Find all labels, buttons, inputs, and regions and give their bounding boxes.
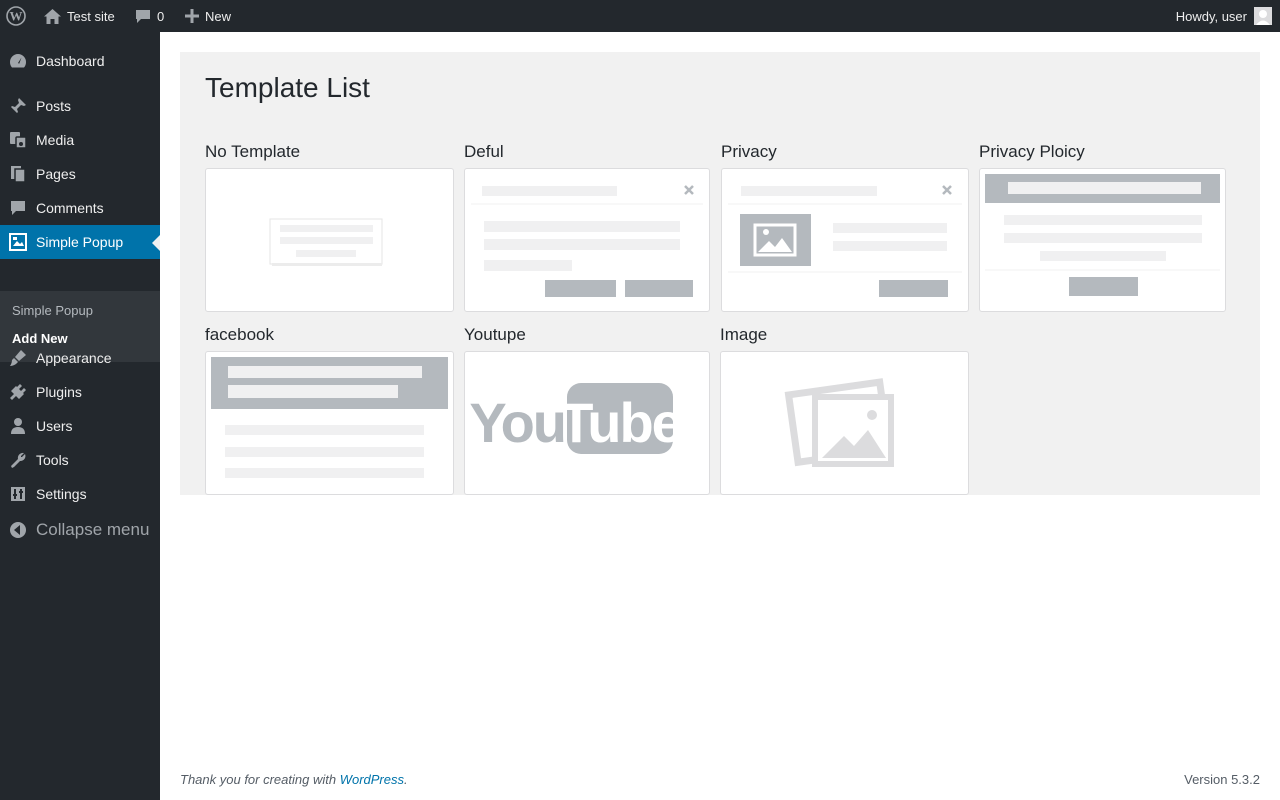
footer-thanks-suffix: .: [404, 772, 408, 787]
sidebar-item-label: Settings: [36, 486, 87, 502]
youtube-you-text: You: [469, 391, 565, 454]
collapse-menu-label: Collapse menu: [36, 520, 150, 539]
sidebar-item-label: Simple Popup: [36, 234, 124, 250]
howdy-label: Howdy, user: [1175, 8, 1247, 24]
template-preview-privacy[interactable]: [721, 168, 969, 312]
svg-text:W: W: [10, 9, 23, 24]
sidebar-item-label: Plugins: [36, 384, 82, 400]
comments-count: 0: [157, 8, 165, 24]
admin-bar: W Test site 0 New Howdy, user: [0, 0, 1280, 32]
sidebar-item-posts[interactable]: Posts: [0, 89, 160, 123]
admin-sidebar: Dashboard Posts Media Pages Comments Sim…: [0, 32, 160, 800]
sidebar-item-media[interactable]: Media: [0, 123, 160, 157]
template-preview-deful[interactable]: [464, 168, 710, 312]
sidebar-item-label: Comments: [36, 200, 104, 216]
template-label: Deful: [464, 142, 504, 161]
template-label: Privacy: [721, 142, 777, 161]
sidebar-item-tools[interactable]: Tools: [0, 443, 160, 477]
new-content-link[interactable]: New: [185, 0, 231, 32]
template-label: Image: [720, 325, 768, 344]
comments-link[interactable]: 0: [135, 0, 164, 32]
wrench-icon: [0, 451, 36, 469]
sidebar-item-comments[interactable]: Comments: [0, 191, 160, 225]
collapse-menu-button[interactable]: Collapse menu: [0, 513, 160, 547]
settings-icon: [0, 485, 36, 503]
plug-icon: [0, 383, 36, 401]
template-preview-privacy-ploicy[interactable]: [979, 168, 1226, 312]
youtube-logo-icon: You Tube: [469, 383, 684, 454]
youtube-tube-text: Tube: [559, 391, 681, 454]
sidebar-item-pages[interactable]: Pages: [0, 157, 160, 191]
pin-icon: [0, 97, 36, 115]
template-preview-facebook[interactable]: [205, 351, 454, 495]
comment-icon: [0, 199, 36, 217]
brush-icon: [0, 349, 36, 367]
sidebar-item-label: Users: [36, 418, 73, 434]
sidebar-item-label: Pages: [36, 166, 76, 182]
sidebar-item-settings[interactable]: Settings: [0, 477, 160, 511]
new-label: New: [205, 8, 232, 24]
template-label: Privacy Ploicy: [979, 142, 1085, 161]
user-icon: [0, 417, 36, 435]
sidebar-item-plugins[interactable]: Plugins: [0, 375, 160, 409]
media-icon: [0, 131, 36, 149]
template-label: facebook: [205, 325, 274, 344]
sidebar-item-users[interactable]: Users: [0, 409, 160, 443]
user-account-menu[interactable]: Howdy, user: [1176, 0, 1272, 32]
site-name-link[interactable]: Test site: [44, 0, 115, 32]
home-icon: [44, 8, 61, 24]
sidebar-item-label: Appearance: [36, 350, 112, 366]
template-preview-no-template[interactable]: [205, 168, 454, 312]
sidebar-item-label: Dashboard: [36, 53, 105, 69]
wordpress-link[interactable]: WordPress: [340, 772, 404, 787]
sidebar-item-label: Posts: [36, 98, 72, 114]
template-preview-youtupe[interactable]: You Tube: [464, 351, 710, 495]
image-placeholder-icon: [784, 378, 894, 467]
template-label: No Template: [205, 142, 301, 161]
plus-icon: [185, 9, 199, 23]
sidebar-item-simple-popup[interactable]: Simple Popup: [0, 225, 160, 259]
sidebar-item-appearance[interactable]: Appearance: [0, 341, 160, 375]
page-title: Template List: [205, 72, 370, 103]
dashboard-icon: [0, 52, 36, 70]
avatar: [1254, 7, 1272, 25]
template-list-panel: Template List No Template Deful Privacy …: [180, 52, 1260, 495]
footer-thanks-prefix: Thank you for creating with: [180, 772, 340, 787]
pages-icon: [0, 165, 36, 183]
popup-icon: [0, 233, 36, 251]
footer-thanks: Thank you for creating with WordPress.: [180, 772, 408, 787]
footer-version: Version 5.3.2: [1184, 772, 1260, 787]
template-label: Youtupe: [464, 325, 526, 344]
site-name-label: Test site: [67, 8, 115, 24]
submenu-item-simple-popup[interactable]: Simple Popup: [12, 303, 93, 318]
wordpress-logo-icon[interactable]: W: [6, 0, 28, 32]
sidebar-item-label: Tools: [36, 452, 69, 468]
sidebar-item-dashboard[interactable]: Dashboard: [0, 44, 160, 78]
comment-bubble-icon: [135, 9, 151, 24]
sidebar-item-label: Media: [36, 132, 75, 148]
template-preview-image[interactable]: [720, 351, 969, 495]
collapse-arrow-icon: [0, 521, 36, 539]
